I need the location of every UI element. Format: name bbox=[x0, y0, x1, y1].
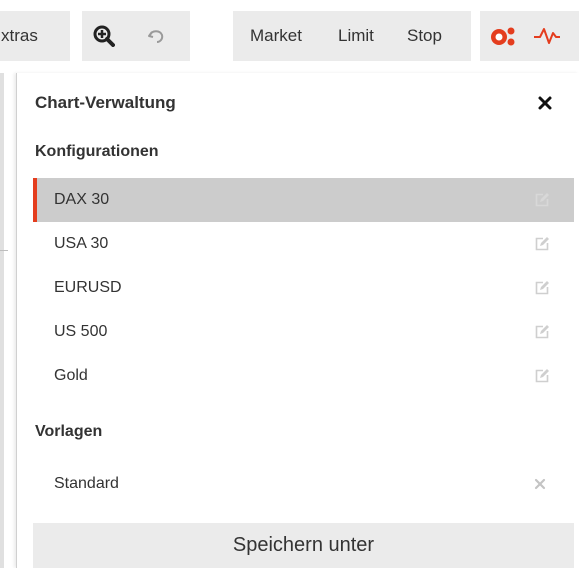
chart-area-tick bbox=[0, 250, 8, 251]
undo-icon[interactable] bbox=[146, 26, 166, 46]
config-item-label: Gold bbox=[54, 367, 88, 384]
config-item-gold[interactable]: Gold bbox=[33, 354, 574, 398]
config-item-label: USA 30 bbox=[54, 235, 109, 252]
edit-icon[interactable] bbox=[534, 236, 550, 252]
configurations-list: DAX 30 USA 30 EURUSD US 500 Gold bbox=[33, 178, 574, 398]
chart-toolbar: xtras Market Limit Stop bbox=[0, 0, 579, 73]
zoom-group bbox=[82, 11, 190, 61]
zoom-in-icon[interactable] bbox=[92, 24, 116, 48]
templates-list: Standard bbox=[33, 462, 574, 506]
configurations-heading: Konfigurationen bbox=[35, 143, 159, 160]
template-item-standard[interactable]: Standard bbox=[33, 462, 574, 506]
config-item-label: EURUSD bbox=[54, 279, 122, 296]
save-as-button[interactable]: Speichern unter bbox=[33, 523, 574, 568]
market-order-button[interactable]: Market bbox=[250, 26, 302, 46]
config-item-us500[interactable]: US 500 bbox=[33, 310, 574, 354]
config-item-dax30[interactable]: DAX 30 bbox=[33, 178, 574, 222]
templates-heading: Vorlagen bbox=[35, 423, 103, 440]
chart-management-panel: Chart-Verwaltung Konfigurationen DAX 30 … bbox=[16, 73, 579, 568]
panel-title: Chart-Verwaltung bbox=[35, 93, 176, 112]
delete-icon[interactable] bbox=[534, 478, 546, 490]
indicator-dots-icon[interactable] bbox=[490, 25, 516, 47]
config-item-eurusd[interactable]: EURUSD bbox=[33, 266, 574, 310]
pulse-chart-icon[interactable] bbox=[532, 25, 562, 47]
edit-icon[interactable] bbox=[534, 280, 550, 296]
config-item-label: US 500 bbox=[54, 323, 108, 340]
chart-area-edge bbox=[0, 73, 4, 568]
stop-order-button[interactable]: Stop bbox=[407, 26, 442, 46]
edit-icon[interactable] bbox=[534, 324, 550, 340]
edit-icon[interactable] bbox=[534, 192, 550, 208]
order-type-group: Market Limit Stop bbox=[233, 11, 471, 61]
close-icon[interactable] bbox=[537, 95, 555, 113]
limit-order-button[interactable]: Limit bbox=[338, 26, 374, 46]
config-item-usa30[interactable]: USA 30 bbox=[33, 222, 574, 266]
config-item-label: DAX 30 bbox=[54, 191, 110, 208]
extras-label: xtras bbox=[1, 26, 38, 45]
extras-menu-button[interactable]: xtras bbox=[0, 11, 70, 61]
template-item-label: Standard bbox=[54, 475, 119, 492]
alerts-group bbox=[480, 11, 579, 61]
edit-icon[interactable] bbox=[534, 368, 550, 384]
